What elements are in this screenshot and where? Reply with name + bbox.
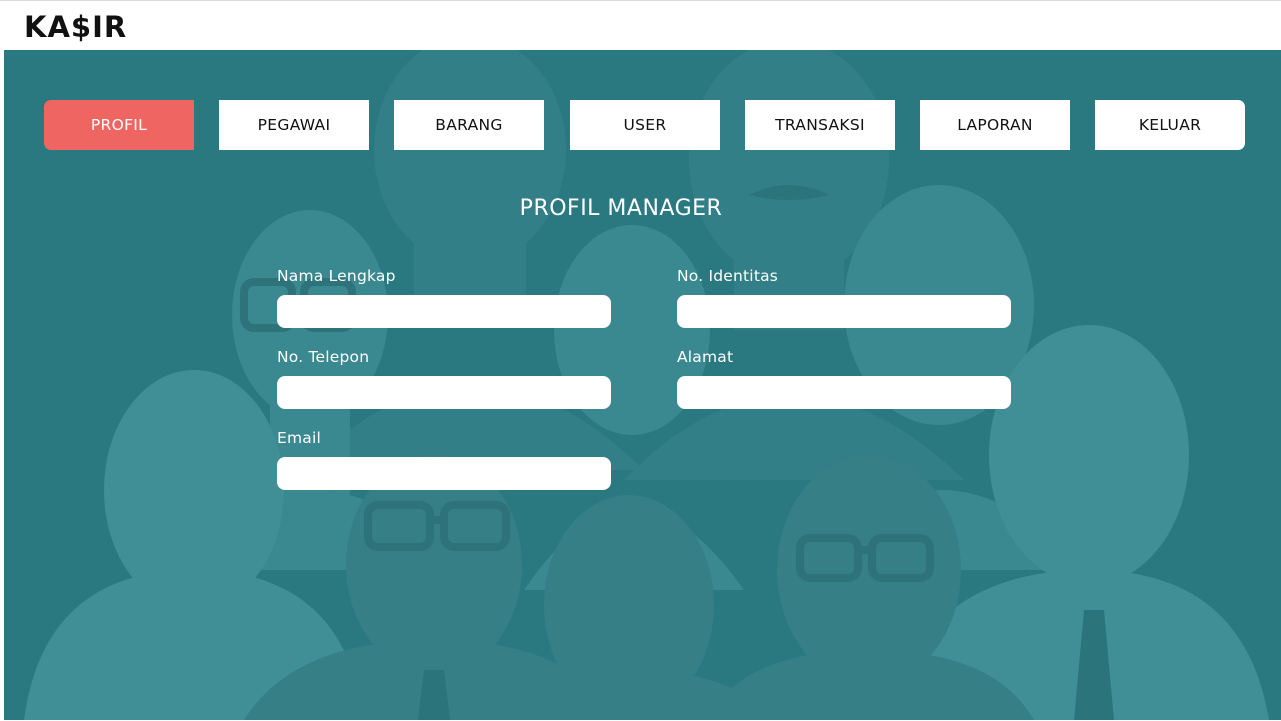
alamat-label: Alamat [677, 348, 734, 366]
nama-lengkap-input[interactable] [277, 295, 611, 328]
main-navigation: PROFIL PEGAWAI BARANG USER TRANSAKSI LAP… [4, 50, 1281, 160]
no-telepon-input[interactable] [277, 376, 611, 409]
nav-pegawai-button[interactable]: PEGAWAI [219, 100, 369, 150]
nav-profil-button[interactable]: PROFIL [44, 100, 194, 150]
main-panel: PROFIL PEGAWAI BARANG USER TRANSAKSI LAP… [4, 50, 1281, 720]
nav-barang-button[interactable]: BARANG [394, 100, 544, 150]
email-input[interactable] [277, 457, 611, 490]
email-label: Email [277, 429, 322, 447]
no-telepon-label: No. Telepon [277, 348, 370, 366]
alamat-input[interactable] [677, 376, 1011, 409]
nav-user-button[interactable]: USER [570, 100, 720, 150]
no-identitas-input[interactable] [677, 295, 1011, 328]
page-title: PROFIL MANAGER [519, 196, 723, 221]
nama-lengkap-label: Nama Lengkap [277, 267, 396, 285]
nav-transaksi-button[interactable]: TRANSAKSI [745, 100, 895, 150]
no-identitas-label: No. Identitas [677, 267, 779, 285]
top-header: KA$IR [0, 0, 1281, 50]
nav-keluar-button[interactable]: KELUAR [1095, 100, 1245, 150]
app-logo: KA$IR [24, 10, 128, 44]
nav-laporan-button[interactable]: LAPORAN [920, 100, 1070, 150]
